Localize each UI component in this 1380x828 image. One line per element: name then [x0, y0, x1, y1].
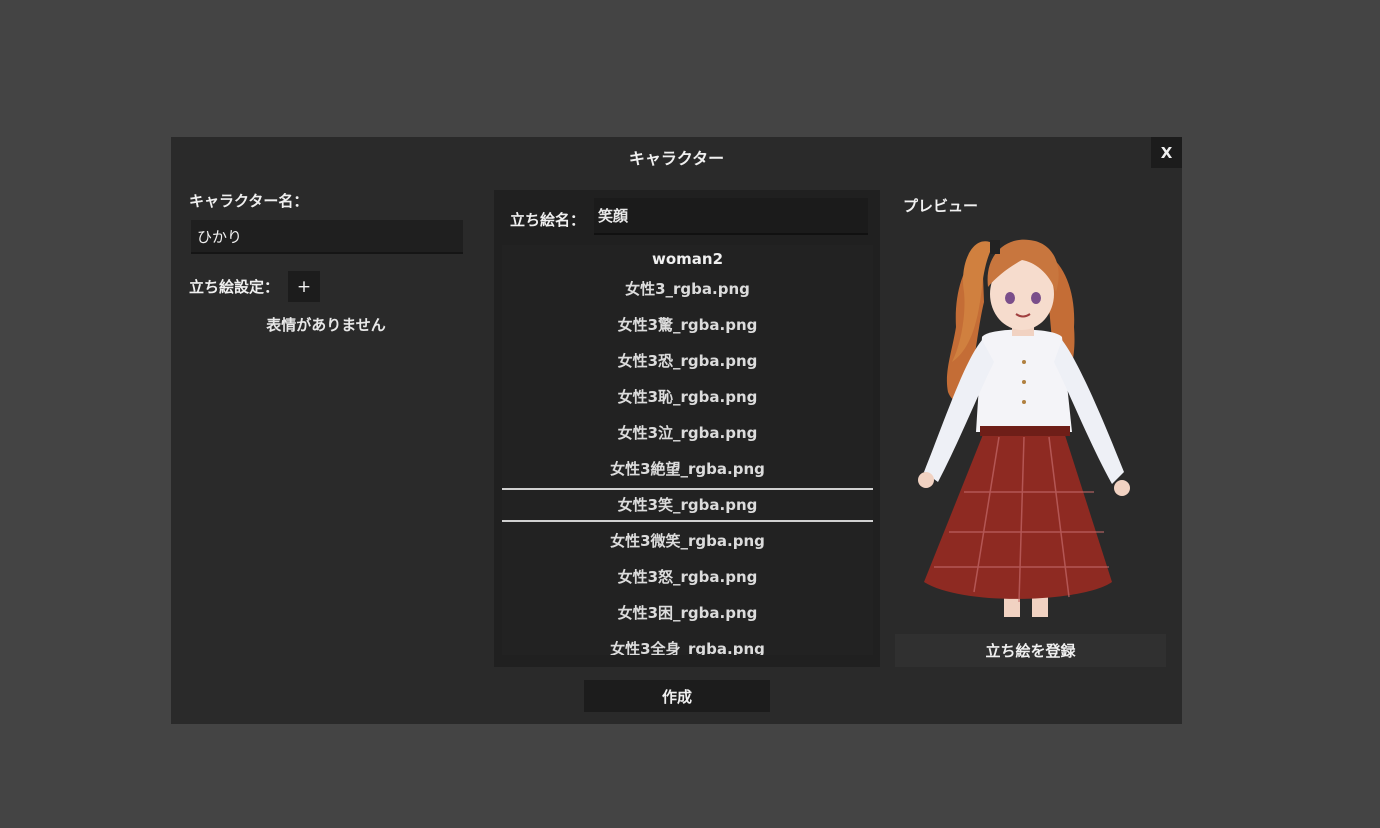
empty-expressions-message: 表情がありません — [266, 316, 386, 334]
character-name-label: キャラクター名： — [189, 192, 309, 210]
file-list-item[interactable]: 女性3怒_rgba.png — [502, 560, 873, 594]
file-list-item[interactable]: 女性3困_rgba.png — [502, 596, 873, 630]
pose-settings-label: 立ち絵設定： — [189, 278, 280, 296]
file-list-item[interactable]: 女性3全身_rgba.png — [502, 632, 873, 655]
register-pose-button[interactable]: 立ち絵を登録 — [895, 634, 1166, 667]
add-pose-button[interactable]: + — [288, 271, 320, 302]
pose-name-label: 立ち絵名： — [510, 211, 586, 229]
create-button[interactable]: 作成 — [584, 680, 770, 712]
close-button[interactable]: X — [1151, 137, 1182, 168]
file-list-item[interactable]: 女性3驚_rgba.png — [502, 308, 873, 342]
pose-editor-panel: 立ち絵名： 笑顔 woman2 女性3_rgba.png 女性3驚_rgba.pn… — [494, 190, 880, 667]
dialog-title: キャラクター — [628, 149, 725, 168]
character-dialog: キャラクター X キャラクター名： ひかり 立ち絵設定： + 表情がありません … — [171, 137, 1182, 724]
file-list-item[interactable]: 女性3泣_rgba.png — [502, 416, 873, 450]
file-list-item[interactable]: 女性3_rgba.png — [502, 272, 873, 306]
file-list[interactable]: woman2 女性3_rgba.png 女性3驚_rgba.png 女性3恐_rgb… — [502, 245, 873, 655]
file-list-item[interactable]: 女性3微笑_rgba.png — [502, 524, 873, 558]
file-list-item[interactable]: 女性3絶望_rgba.png — [502, 452, 873, 486]
character-name-input[interactable]: ひかり — [191, 220, 463, 254]
file-list-item[interactable]: 女性3恥_rgba.png — [502, 380, 873, 414]
preview-label: プレビュー — [903, 197, 979, 215]
character-preview-image — [918, 239, 1130, 617]
file-list-item[interactable]: 女性3恐_rgba.png — [502, 344, 873, 378]
folder-name: woman2 — [651, 250, 724, 268]
pose-name-input[interactable]: 笑顔 — [594, 198, 868, 235]
file-list-item[interactable]: 女性3笑_rgba.png — [502, 488, 873, 522]
